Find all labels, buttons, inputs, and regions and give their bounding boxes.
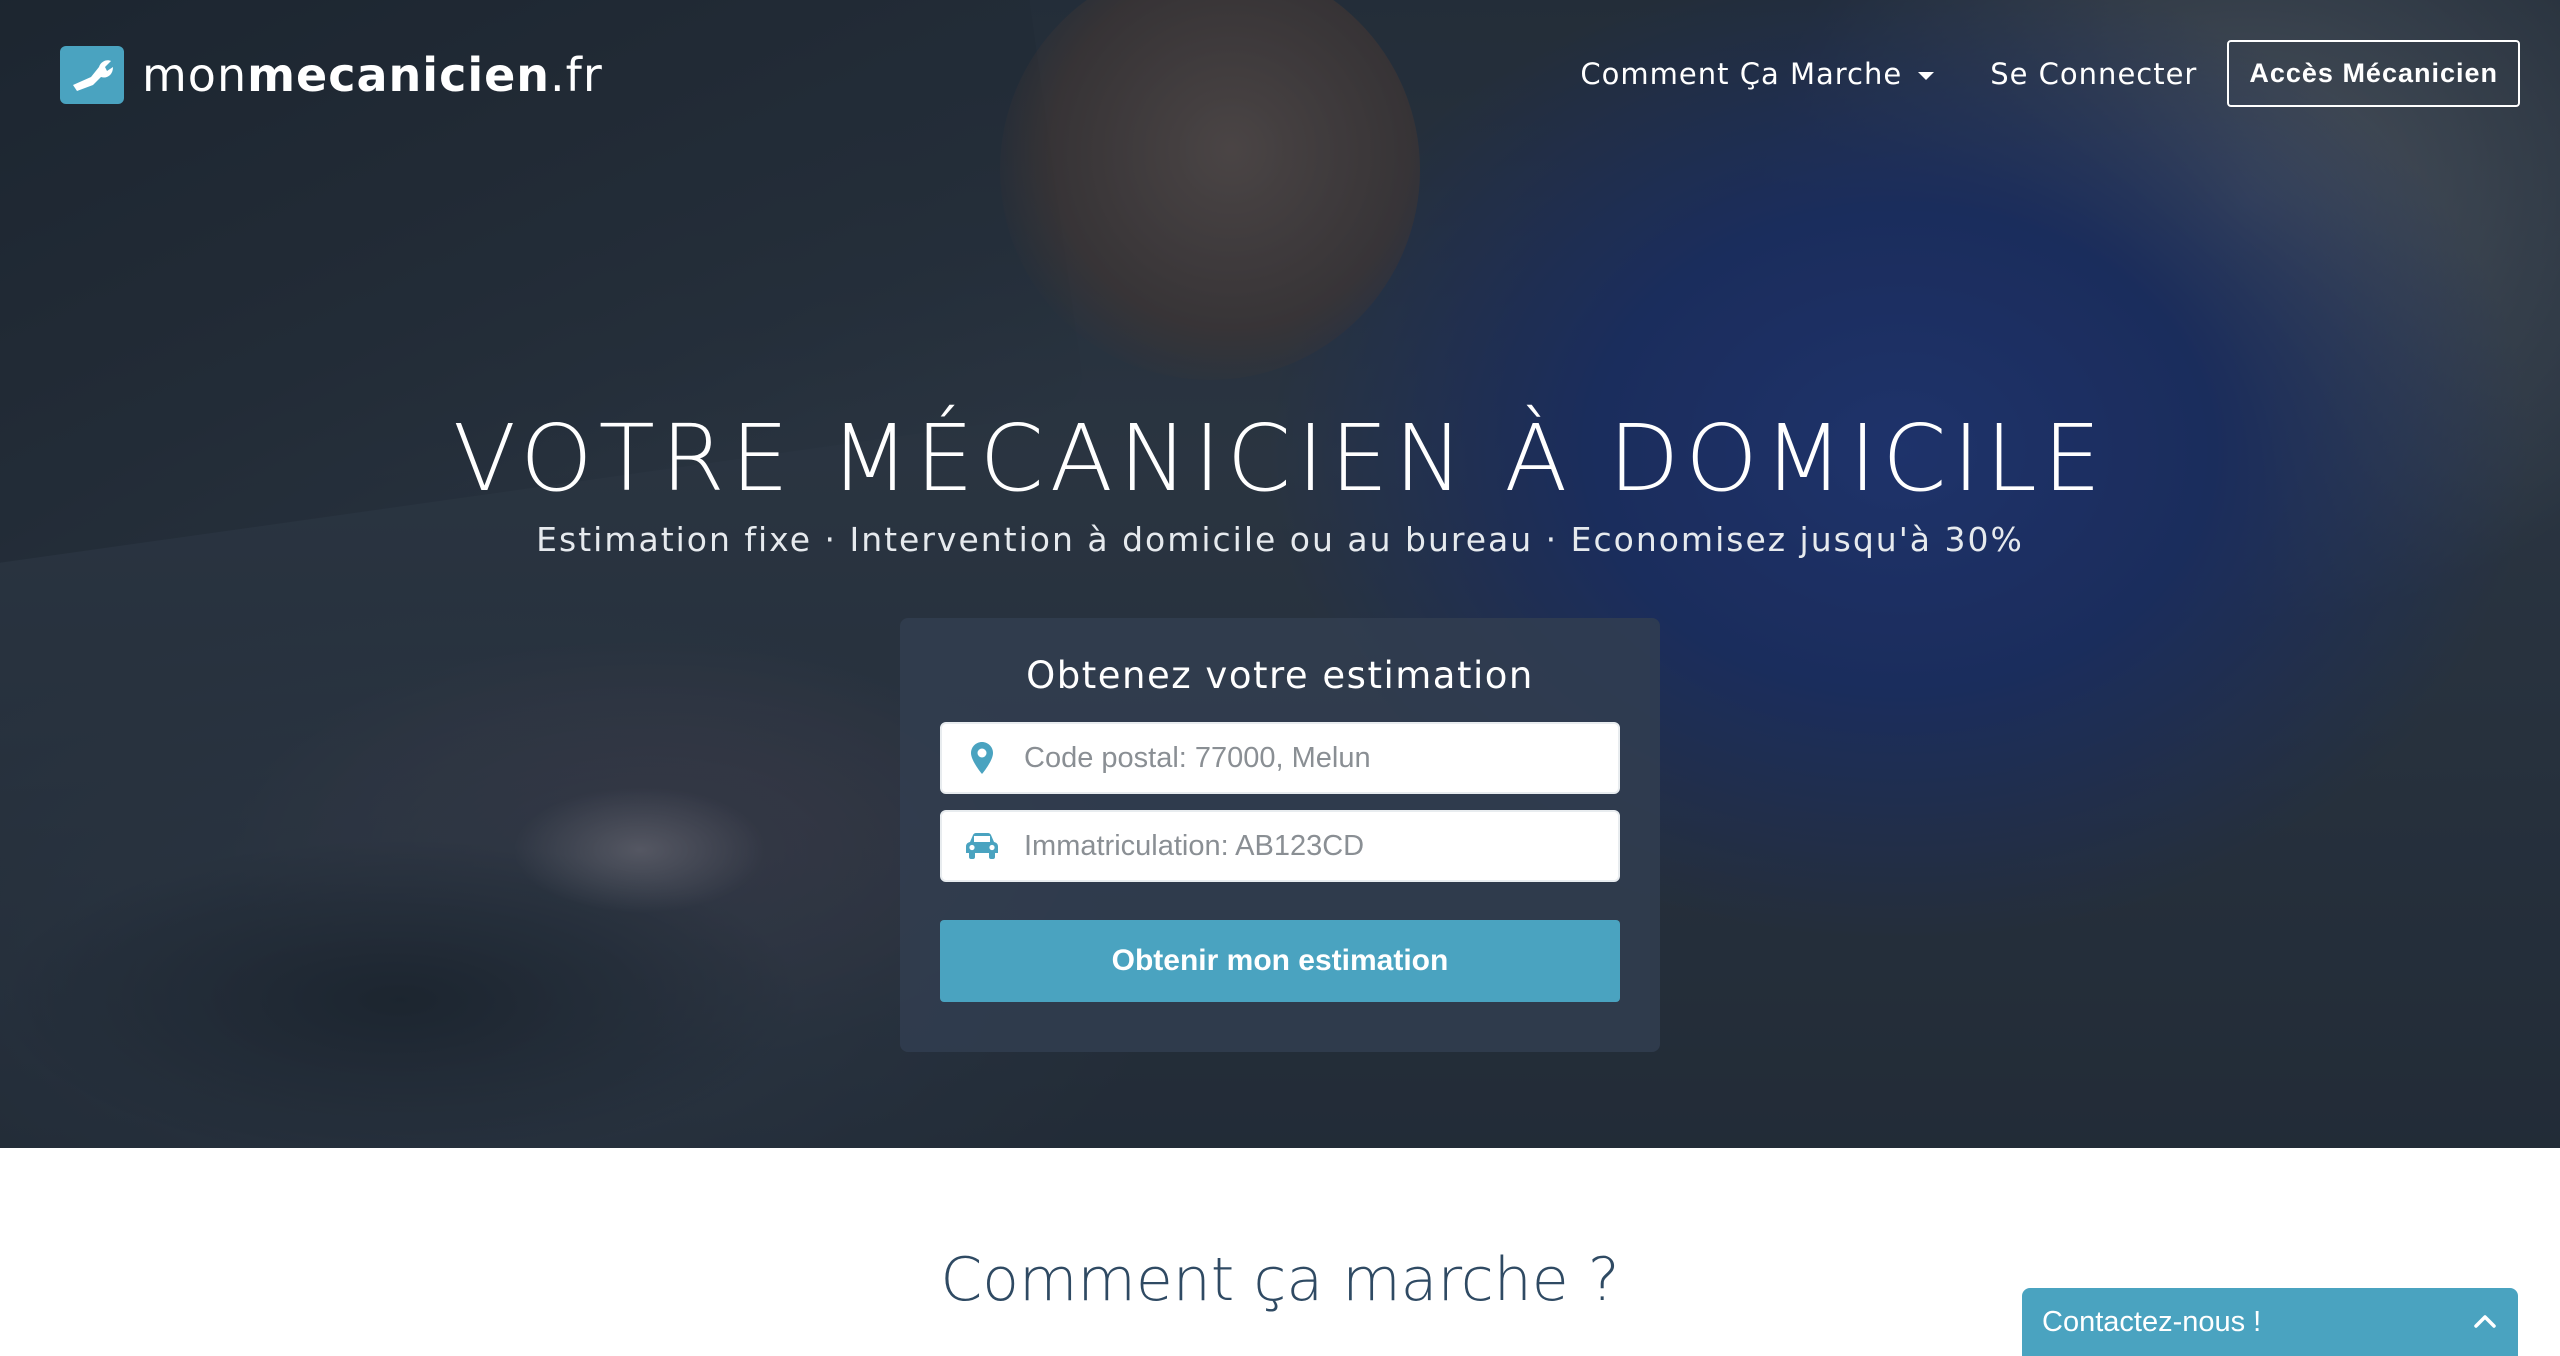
get-estimate-button[interactable]: Obtenir mon estimation (940, 920, 1620, 1002)
caret-down-icon (1918, 71, 1935, 80)
logo-wordmark: monmecanicien.fr (142, 48, 603, 102)
nav-how-it-works-label: Comment Ça Marche (1580, 56, 1903, 91)
hero-subtitle: Estimation fixe · Intervention à domicil… (536, 520, 2024, 559)
license-plate-field[interactable] (940, 810, 1620, 882)
wrench-icon (60, 46, 124, 104)
contact-widget[interactable]: Contactez-nous ! (2022, 1288, 2518, 1356)
top-navigation: Comment Ça Marche Se Connecter Accès Méc… (1580, 40, 2520, 107)
license-plate-input[interactable] (1022, 816, 1618, 876)
nav-how-it-works-dropdown[interactable]: Comment Ça Marche (1580, 56, 1935, 91)
contact-widget-label: Contactez-nous ! (2042, 1305, 2262, 1338)
map-pin-icon (942, 742, 1022, 774)
chevron-up-icon[interactable] (2474, 1313, 2496, 1332)
hero-section: monmecanicien.fr Comment Ça Marche Se Co… (0, 0, 2560, 1148)
estimate-form-title: Obtenez votre estimation (1026, 654, 1534, 697)
postal-code-field[interactable] (940, 722, 1620, 794)
hero-title: VOTRE MÉCANICIEN À DOMICILE (452, 405, 2108, 512)
mechanic-access-button[interactable]: Accès Mécanicien (2227, 40, 2520, 107)
site-logo[interactable]: monmecanicien.fr (60, 46, 603, 104)
nav-login-link[interactable]: Se Connecter (1990, 57, 2197, 91)
postal-code-input[interactable] (1022, 728, 1618, 788)
car-icon (942, 832, 1022, 860)
estimate-form-card: Obtenez votre estimation Obte (900, 618, 1660, 1052)
